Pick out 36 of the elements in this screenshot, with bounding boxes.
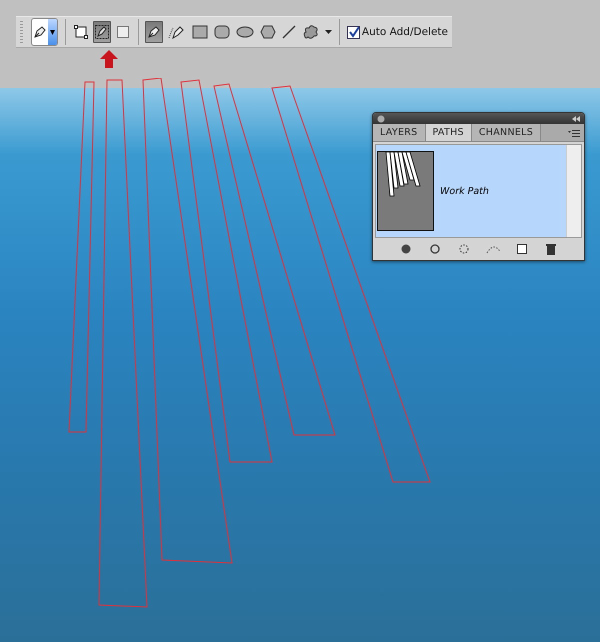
- line-icon: [282, 25, 296, 39]
- auto-add-delete-checkbox[interactable]: Auto Add/Delete: [346, 26, 448, 38]
- path-name: Work Path: [440, 186, 489, 196]
- close-icon[interactable]: [377, 114, 385, 122]
- caret-icon: [325, 30, 332, 34]
- hexagon-icon: [260, 25, 276, 39]
- tool-preset-picker[interactable]: [30, 18, 58, 46]
- new-path-button[interactable]: [515, 242, 529, 256]
- pen-icon: [32, 24, 48, 40]
- tool-button[interactable]: [145, 21, 164, 43]
- panel-menu-icon[interactable]: [568, 128, 580, 136]
- path-pen-icon: [94, 24, 110, 40]
- stroke-path-button[interactable]: [428, 242, 442, 256]
- up-arrow-icon: [100, 50, 118, 68]
- load-selection-button[interactable]: [457, 242, 471, 256]
- square-icon: [116, 26, 129, 38]
- checkbox[interactable]: [346, 26, 360, 38]
- checkbox-label: Auto Add/Delete: [362, 26, 448, 38]
- pen-icon: [146, 24, 162, 40]
- fill-path-button[interactable]: [399, 242, 413, 256]
- mode-button[interactable]: [92, 21, 111, 43]
- collapse-icon[interactable]: [572, 116, 580, 122]
- panel-tab[interactable]: CHANNELS: [472, 124, 542, 141]
- panel-tab[interactable]: LAYERS: [373, 124, 426, 141]
- checkmark-icon: [348, 26, 359, 38]
- ellipse-icon: [236, 26, 254, 38]
- rounded-rectangle-icon: [214, 25, 230, 39]
- caret-icon: [50, 30, 55, 34]
- blob-shape-icon: [302, 24, 320, 40]
- scrollbar-track[interactable]: [566, 145, 581, 237]
- delete-button[interactable]: [544, 242, 558, 256]
- panel-tab[interactable]: PATHS: [426, 124, 472, 141]
- freeform-pen-icon: [168, 24, 186, 40]
- rectangle-icon: [192, 25, 208, 39]
- shape-layers-icon: [74, 25, 88, 39]
- path-row[interactable]: Work Path: [376, 145, 566, 237]
